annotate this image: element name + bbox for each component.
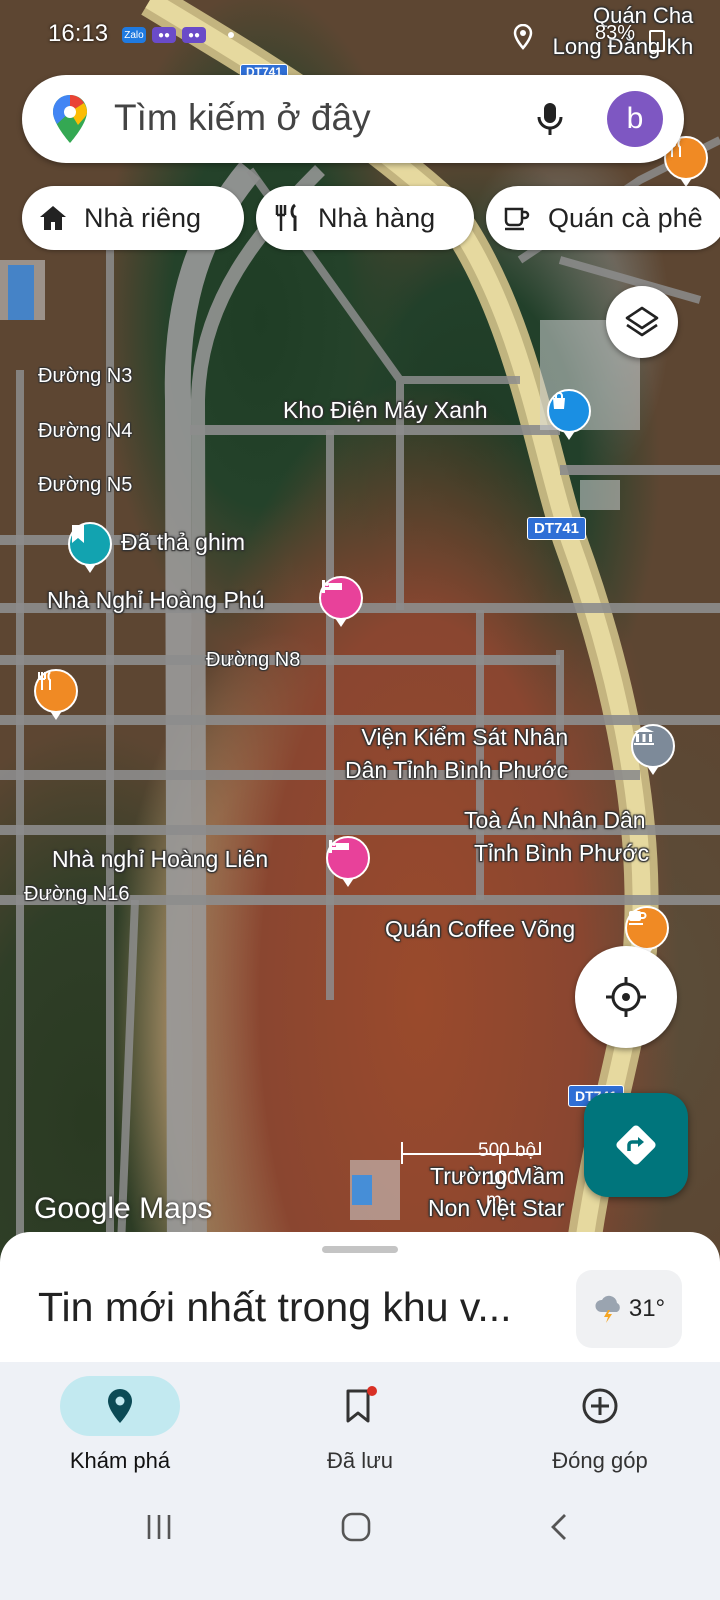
place-label[interactable]: Quán Coffee Võng bbox=[385, 916, 575, 943]
chip-label: Quán cà phê bbox=[548, 202, 703, 233]
directions-icon bbox=[616, 1125, 656, 1165]
chip-coffee[interactable]: Quán cà phê bbox=[486, 186, 720, 250]
nav-saved[interactable]: Đã lưu bbox=[240, 1362, 480, 1500]
avatar[interactable]: b bbox=[607, 91, 663, 147]
road-label: Đường N5 bbox=[38, 474, 133, 496]
status-bar: 16:13 Zalo ●● ●● 83% bbox=[0, 0, 720, 70]
bottom-nav: Khám phá Đã lưu Đóng góp bbox=[0, 1362, 720, 1500]
app-icon: ●● bbox=[152, 27, 176, 43]
road-label: Đường N3 bbox=[38, 365, 133, 387]
nav-contribute[interactable]: Đóng góp bbox=[480, 1362, 720, 1500]
place-label[interactable]: Viện Kiểm Sát Nhân Dân Tỉnh Bình Phước bbox=[345, 721, 569, 787]
layers-icon bbox=[625, 306, 659, 337]
scale-metric: 100 m bbox=[486, 1168, 518, 1211]
sheet-title[interactable]: Tin mới nhất trong khu v... bbox=[38, 1284, 512, 1331]
hotel-icon[interactable] bbox=[326, 836, 370, 887]
search-bar[interactable]: Tìm kiếm ở đây b bbox=[22, 75, 684, 163]
nav-icon-container bbox=[540, 1376, 660, 1436]
recent-apps-icon[interactable] bbox=[144, 1512, 174, 1542]
system-navigation-bar bbox=[0, 1500, 720, 1600]
home-button-icon[interactable] bbox=[340, 1511, 372, 1543]
crosshair-icon bbox=[606, 977, 646, 1017]
my-location-button[interactable] bbox=[575, 946, 677, 1048]
search-input[interactable]: Tìm kiếm ở đây bbox=[114, 97, 371, 139]
road-label: Đường N8 bbox=[206, 649, 301, 671]
google-maps-pin-icon bbox=[53, 95, 87, 143]
zalo-icon: Zalo bbox=[122, 27, 146, 43]
add-circle-icon bbox=[582, 1388, 618, 1424]
google-maps-logo: Google Maps bbox=[34, 1192, 213, 1225]
location-pin-icon bbox=[108, 1389, 132, 1423]
government-icon[interactable] bbox=[631, 724, 675, 775]
home-icon bbox=[40, 206, 66, 230]
restaurant-icon[interactable] bbox=[34, 669, 78, 720]
saved-bookmark-icon bbox=[346, 1386, 377, 1423]
nav-label: Đóng góp bbox=[552, 1448, 648, 1473]
bottom-sheet[interactable]: Tin mới nhất trong khu v... 31° bbox=[0, 1232, 720, 1362]
weather-badge[interactable]: 31° bbox=[576, 1270, 682, 1348]
place-label[interactable]: Nhà nghỉ Hoàng Liên bbox=[52, 846, 268, 873]
restaurant-icon bbox=[275, 203, 297, 231]
route-badge: DT741 bbox=[527, 517, 587, 540]
road-label: Đường N16 bbox=[24, 883, 130, 905]
chip-home[interactable]: Nhà riêng bbox=[22, 186, 244, 250]
battery-level: 83% bbox=[595, 22, 636, 44]
coffee-icon[interactable] bbox=[625, 906, 669, 957]
bookmark-icon[interactable] bbox=[68, 522, 112, 573]
battery-icon bbox=[649, 30, 665, 52]
chip-label: Nhà riêng bbox=[84, 202, 202, 233]
layers-button[interactable] bbox=[606, 286, 678, 358]
directions-button[interactable] bbox=[584, 1093, 688, 1197]
place-label-line: Dân Tỉnh Bình Phước bbox=[345, 757, 569, 783]
location-status-icon bbox=[513, 24, 533, 50]
place-label-line: Viện Kiểm Sát Nhân bbox=[361, 724, 569, 750]
place-label[interactable]: Kho Điện Máy Xanh bbox=[283, 397, 488, 424]
place-label[interactable]: Nhà Nghỉ Hoàng Phú bbox=[47, 587, 264, 614]
nav-label: Khám phá bbox=[69, 1448, 171, 1473]
place-label-line: Tỉnh Bình Phước bbox=[474, 840, 649, 866]
nav-icon-container bbox=[300, 1376, 420, 1436]
place-label[interactable]: Đã thả ghim bbox=[121, 529, 245, 556]
chip-restaurants[interactable]: Nhà hàng bbox=[256, 186, 474, 250]
scale-bar bbox=[401, 1142, 541, 1164]
back-icon[interactable] bbox=[548, 1512, 570, 1542]
coffee-icon bbox=[504, 207, 530, 231]
hotel-icon[interactable] bbox=[319, 576, 363, 627]
nav-active-indicator bbox=[60, 1376, 180, 1436]
place-label-line: Toà Án Nhân Dân bbox=[464, 807, 646, 833]
weather-temp: 31° bbox=[628, 1295, 666, 1322]
nav-label: Đã lưu bbox=[326, 1448, 394, 1473]
status-time: 16:13 bbox=[48, 20, 109, 47]
mic-icon[interactable] bbox=[530, 99, 570, 139]
thunderstorm-icon bbox=[595, 1295, 620, 1323]
shopping-bag-icon[interactable] bbox=[547, 389, 591, 440]
sheet-drag-handle[interactable] bbox=[322, 1246, 398, 1253]
map-scale: 500 bộ 100 m bbox=[400, 1140, 541, 1211]
chip-label: Nhà hàng bbox=[318, 202, 436, 233]
place-label[interactable]: Toà Án Nhân Dân Tỉnh Bình Phước bbox=[464, 804, 649, 870]
notification-dot-icon bbox=[228, 32, 234, 38]
road-label: Đường N4 bbox=[38, 420, 133, 442]
app-icon: ●● bbox=[182, 27, 206, 43]
nav-explore[interactable]: Khám phá bbox=[0, 1362, 240, 1500]
